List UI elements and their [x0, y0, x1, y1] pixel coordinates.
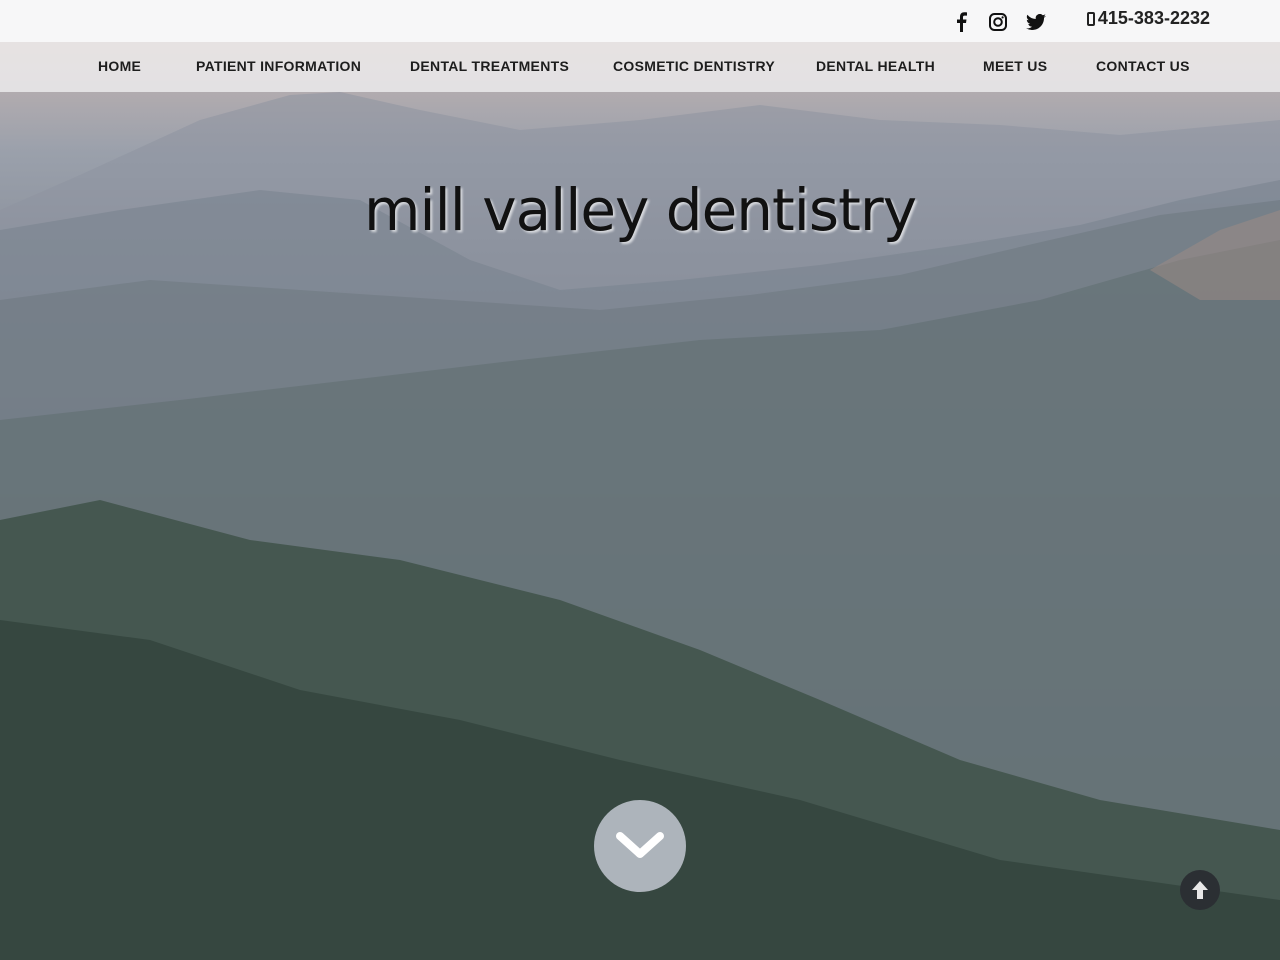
- scroll-down-button[interactable]: [594, 800, 686, 892]
- facebook-icon[interactable]: [950, 11, 972, 33]
- nav-item-cosmetic-dentistry[interactable]: COSMETIC DENTISTRY: [613, 58, 775, 74]
- nav-item-dental-health[interactable]: DENTAL HEALTH: [816, 58, 935, 74]
- arrow-up-icon: [1192, 881, 1208, 899]
- twitter-icon[interactable]: [1025, 11, 1047, 33]
- back-to-top-button[interactable]: [1180, 870, 1220, 910]
- chevron-down-icon: [616, 832, 664, 858]
- site-title: mill valley dentistry: [363, 176, 917, 244]
- nav-item-dental-treatments[interactable]: DENTAL TREATMENTS: [410, 58, 569, 74]
- instagram-icon[interactable]: [987, 11, 1009, 33]
- nav-item-home[interactable]: HOME: [98, 58, 141, 74]
- nav-item-meet-us[interactable]: MEET US: [983, 58, 1047, 74]
- mobile-phone-icon: [1086, 11, 1095, 26]
- top-bar: 415-383-2232: [0, 0, 1280, 42]
- nav-item-contact-us[interactable]: CONTACT US: [1096, 58, 1190, 74]
- phone-number: 415-383-2232: [1097, 8, 1210, 28]
- main-navigation: HOME PATIENT INFORMATION DENTAL TREATMEN…: [0, 42, 1280, 92]
- phone-link[interactable]: 415-383-2232: [1086, 8, 1210, 29]
- nav-item-patient-information[interactable]: PATIENT INFORMATION: [196, 58, 361, 74]
